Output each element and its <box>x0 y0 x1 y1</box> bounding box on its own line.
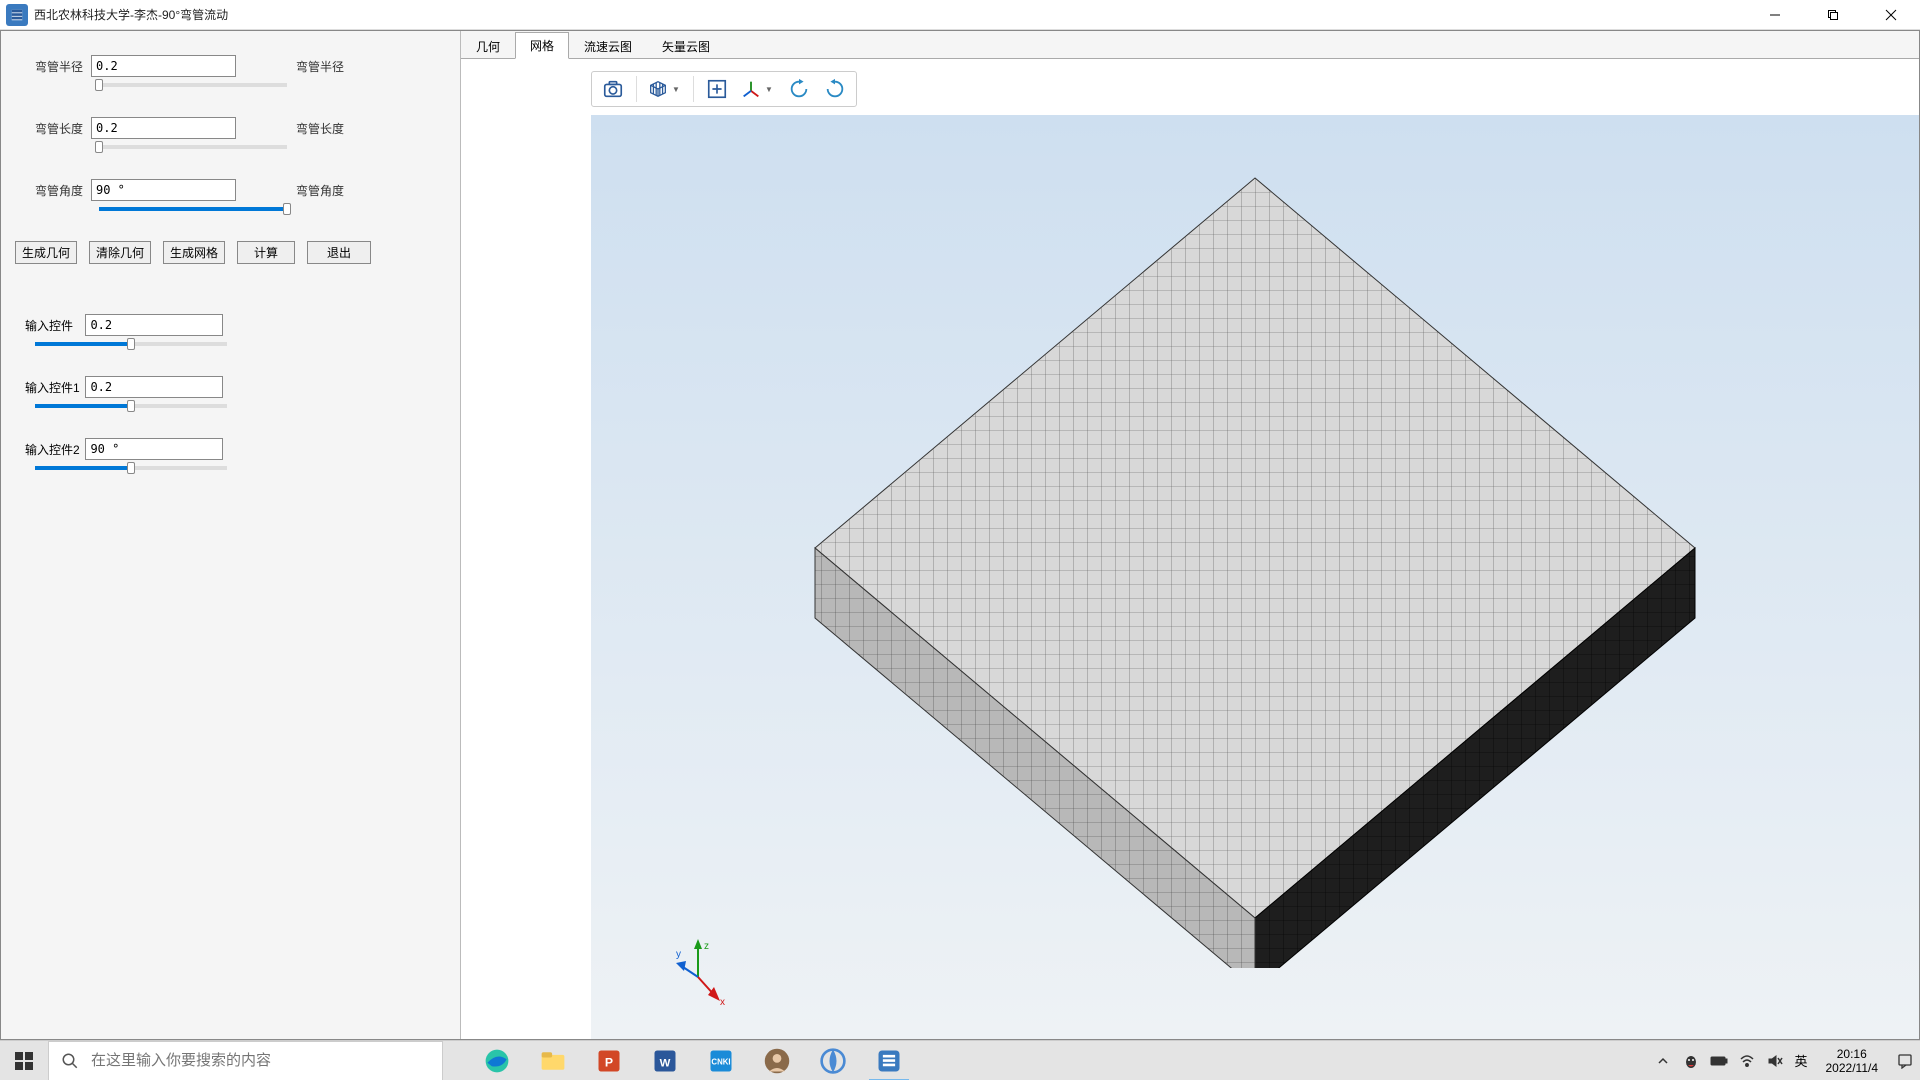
svg-text:CNKI: CNKI <box>711 1057 730 1066</box>
search-input[interactable] <box>91 1052 430 1069</box>
generate-mesh-button[interactable]: 生成网格 <box>163 241 225 264</box>
fit-view-icon[interactable] <box>700 74 734 104</box>
param-right-label: 弯管角度 <box>296 182 344 199</box>
tab-mesh[interactable]: 网格 <box>515 32 569 59</box>
tab-vector-contour[interactable]: 矢量云图 <box>647 33 725 59</box>
taskbar-app-explorer[interactable] <box>527 1041 579 1080</box>
view-toolbar: ▼ ▼ <box>591 71 857 107</box>
tray-volume-icon[interactable] <box>1766 1052 1784 1070</box>
radius-input[interactable] <box>91 55 236 77</box>
param-row-radius: 弯管半径 弯管半径 <box>11 55 450 77</box>
svg-text:y: y <box>676 949 681 960</box>
secondary-row-0: 输入控件 <box>25 314 450 346</box>
taskbar-app-edge[interactable] <box>471 1041 523 1080</box>
radius-slider[interactable] <box>99 83 287 87</box>
secondary-input-0[interactable] <box>85 314 223 336</box>
chevron-down-icon: ▼ <box>765 85 773 94</box>
length-slider[interactable] <box>99 145 287 149</box>
exit-button[interactable]: 退出 <box>307 241 371 264</box>
svg-text:W: W <box>660 1057 671 1069</box>
sidebar-panel: 弯管半径 弯管半径 弯管长度 弯管长度 弯管角度 弯管角度 生成几何 清除几何 … <box>1 31 460 1039</box>
start-button[interactable] <box>0 1041 48 1080</box>
window-title: 西北农林科技大学-李杰-90°弯管流动 <box>34 6 228 23</box>
angle-slider[interactable] <box>99 207 287 211</box>
svg-text:x: x <box>720 997 725 1008</box>
secondary-input-2[interactable] <box>85 438 223 460</box>
minimize-button[interactable] <box>1746 0 1804 30</box>
taskbar-app-current[interactable] <box>863 1041 915 1080</box>
rotate-right-icon[interactable] <box>818 74 852 104</box>
svg-text:P: P <box>605 1055 613 1069</box>
tray-time: 20:16 <box>1826 1047 1879 1061</box>
tray-chevron-up-icon[interactable] <box>1654 1052 1672 1070</box>
tray-date: 2022/11/4 <box>1826 1061 1879 1075</box>
secondary-slider-2[interactable] <box>35 466 227 470</box>
secondary-row-2: 输入控件2 <box>25 438 450 470</box>
taskbar-app-browser[interactable] <box>807 1041 859 1080</box>
tabbar: 几何 网格 流速云图 矢量云图 <box>461 31 1919 59</box>
window-titlebar: 西北农林科技大学-李杰-90°弯管流动 <box>0 0 1920 30</box>
tray-wifi-icon[interactable] <box>1738 1052 1756 1070</box>
param-label: 弯管半径 <box>11 58 91 75</box>
generate-geometry-button[interactable]: 生成几何 <box>15 241 77 264</box>
tab-geometry[interactable]: 几何 <box>461 33 515 59</box>
taskbar-app-avatar[interactable] <box>751 1041 803 1080</box>
axis-orient-icon[interactable]: ▼ <box>736 74 780 104</box>
tray-battery-icon[interactable] <box>1710 1052 1728 1070</box>
tray-clock[interactable]: 20:16 2022/11/4 <box>1818 1047 1887 1075</box>
app-frame: 弯管半径 弯管半径 弯管长度 弯管长度 弯管角度 弯管角度 生成几何 清除几何 … <box>0 30 1920 1040</box>
axis-gizmo: z y x <box>676 939 736 999</box>
taskbar-app-cnki[interactable]: CNKI <box>695 1041 747 1080</box>
camera-icon[interactable] <box>596 74 630 104</box>
close-button[interactable] <box>1862 0 1920 30</box>
param-row-length: 弯管长度 弯管长度 <box>11 117 450 139</box>
sec-label: 输入控件2 <box>25 441 81 458</box>
secondary-slider-1[interactable] <box>35 404 227 408</box>
clear-geometry-button[interactable]: 清除几何 <box>89 241 151 264</box>
secondary-slider-0[interactable] <box>35 342 227 346</box>
taskbar-app-word[interactable]: W <box>639 1041 691 1080</box>
search-icon <box>61 1052 79 1070</box>
taskbar-apps: P W CNKI <box>471 1041 915 1080</box>
param-row-angle: 弯管角度 弯管角度 <box>11 179 450 201</box>
secondary-row-1: 输入控件1 <box>25 376 450 408</box>
3d-viewport[interactable]: z y x <box>591 115 1919 1039</box>
param-label: 弯管角度 <box>11 182 91 199</box>
mesh-grid-icon[interactable]: ▼ <box>643 74 687 104</box>
sec-label: 输入控件1 <box>25 379 81 396</box>
sec-label: 输入控件 <box>25 317 81 334</box>
svg-text:z: z <box>704 941 709 952</box>
length-input[interactable] <box>91 117 236 139</box>
param-right-label: 弯管半径 <box>296 58 344 75</box>
action-button-row: 生成几何 清除几何 生成网格 计算 退出 <box>11 241 450 264</box>
rotate-left-icon[interactable] <box>782 74 816 104</box>
param-right-label: 弯管长度 <box>296 120 344 137</box>
mesh-visualization <box>795 148 1715 973</box>
system-tray: 英 20:16 2022/11/4 <box>1654 1041 1920 1080</box>
secondary-controls: 输入控件 输入控件1 输入控件2 <box>11 314 450 470</box>
taskbar: P W CNKI 英 20:16 2022/11/4 <box>0 1040 1920 1080</box>
secondary-input-1[interactable] <box>85 376 223 398</box>
tray-ime[interactable]: 英 <box>1794 1051 1807 1070</box>
taskbar-search[interactable] <box>48 1041 443 1080</box>
content-area: 几何 网格 流速云图 矢量云图 ▼ <box>460 31 1919 1039</box>
taskbar-app-powerpoint[interactable]: P <box>583 1041 635 1080</box>
tab-content: ▼ ▼ <box>461 59 1919 1039</box>
param-label: 弯管长度 <box>11 120 91 137</box>
compute-button[interactable]: 计算 <box>237 241 295 264</box>
chevron-down-icon: ▼ <box>672 85 680 94</box>
tray-qq-icon[interactable] <box>1682 1052 1700 1070</box>
angle-input[interactable] <box>91 179 236 201</box>
app-icon <box>6 4 28 26</box>
tray-notifications-icon[interactable] <box>1896 1052 1914 1070</box>
maximize-button[interactable] <box>1804 0 1862 30</box>
tab-velocity-contour[interactable]: 流速云图 <box>569 33 647 59</box>
